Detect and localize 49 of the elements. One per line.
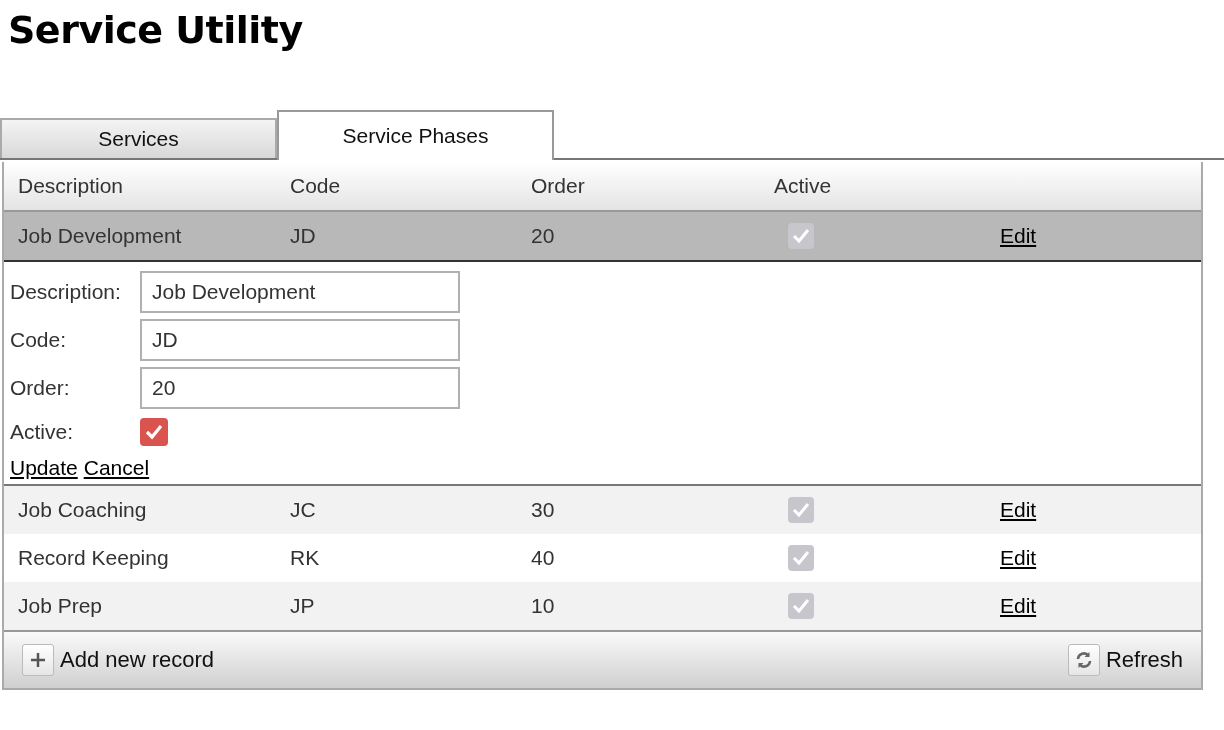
action-link[interactable]: Update: [10, 456, 78, 480]
table-cell-text: Job Prep: [17, 594, 104, 618]
table-row[interactable]: Job Development JD 20 Edit: [4, 212, 1201, 262]
table-cell-text: RK: [289, 546, 321, 570]
table-cell-text: JD: [289, 224, 317, 248]
input-field[interactable]: Job Development: [140, 271, 460, 313]
checkbox[interactable]: [788, 545, 814, 571]
plus-icon: [30, 652, 46, 668]
action-link[interactable]: Cancel: [83, 456, 150, 480]
edit-link[interactable]: Edit: [1000, 546, 1037, 569]
checkbox[interactable]: [788, 497, 814, 523]
table-row[interactable]: Record Keeping RK 40 Edit: [4, 534, 1201, 582]
checkbox[interactable]: [788, 223, 814, 249]
input-field[interactable]: JD: [140, 319, 460, 361]
field-label: Code:: [10, 328, 68, 352]
checkbox[interactable]: [140, 418, 168, 446]
column-header: Active: [773, 174, 833, 198]
edit-link[interactable]: Edit: [1000, 594, 1037, 617]
input-field[interactable]: 20: [140, 367, 460, 409]
check-icon: [792, 598, 810, 614]
check-icon: [792, 228, 810, 244]
column-header: Description: [17, 174, 125, 198]
refresh-button[interactable]: Refresh: [1067, 644, 1183, 676]
field-label: Order:: [10, 376, 71, 400]
column-header: Order: [530, 174, 586, 198]
checkbox[interactable]: [788, 593, 814, 619]
field-label: Description:: [10, 280, 122, 304]
add-button[interactable]: Add new record: [22, 644, 215, 676]
column-header: Code: [289, 174, 342, 198]
table-row[interactable]: Job Prep JP 10 Edit: [4, 582, 1201, 630]
table-cell-text: 20: [530, 224, 556, 248]
tab[interactable]: Services: [0, 118, 277, 158]
edit-link[interactable]: Edit: [1000, 224, 1037, 247]
table-cell-text: JC: [289, 498, 317, 522]
field-label: Active:: [10, 420, 75, 444]
table-cell-text: 30: [530, 498, 556, 522]
edit-link[interactable]: Edit: [1000, 498, 1037, 521]
table-cell-text: 40: [530, 546, 556, 570]
page-title: Service Utility: [7, 7, 304, 54]
table-cell-text: JP: [289, 594, 316, 618]
table-cell-text: Job Development: [17, 224, 183, 248]
check-icon: [792, 502, 810, 518]
table-cell-text: 10: [530, 594, 556, 618]
table-row[interactable]: Job Coaching JC 30 Edit: [4, 486, 1201, 534]
check-icon: [144, 423, 164, 441]
table-cell-text: Job Coaching: [17, 498, 148, 522]
check-icon: [792, 550, 810, 566]
tab[interactable]: Service Phases: [277, 110, 554, 160]
table-cell-text: Record Keeping: [17, 546, 170, 570]
